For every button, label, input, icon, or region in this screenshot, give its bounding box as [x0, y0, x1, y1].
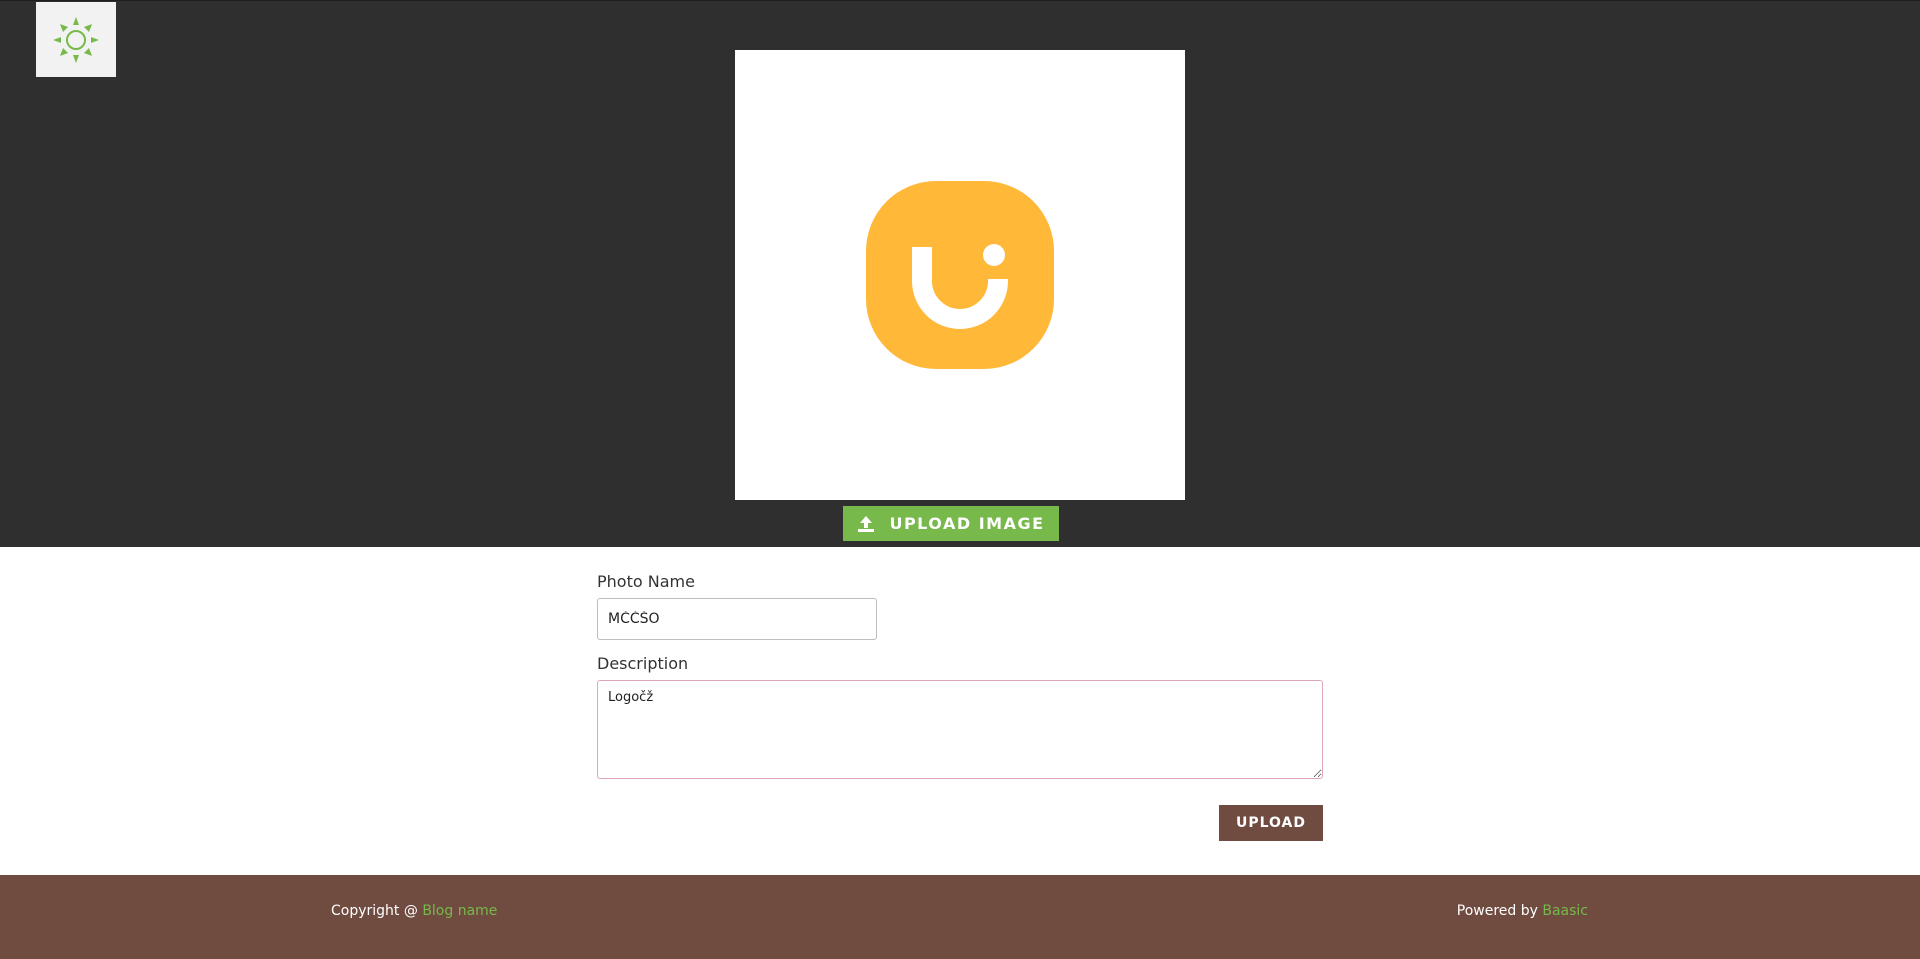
smiley-app-icon	[866, 181, 1054, 369]
footer: Copyright @ Blog name Powered by Baasic	[0, 875, 1920, 959]
copyright-text: Copyright @	[331, 903, 423, 919]
upload-icon	[858, 515, 875, 532]
description-label: Description	[597, 654, 689, 673]
upload-image-button[interactable]: UPLOAD IMAGE	[843, 506, 1059, 541]
photo-name-label: Photo Name	[597, 572, 695, 591]
photo-name-input[interactable]	[597, 598, 877, 640]
blog-name-link[interactable]: Blog name	[422, 903, 497, 919]
footer-copyright: Copyright @ Blog name	[331, 901, 497, 921]
sun-logo-icon	[53, 16, 99, 63]
upload-button[interactable]: UPLOAD	[1219, 805, 1323, 841]
hero-section: UPLOAD IMAGE	[0, 0, 1920, 547]
site-logo[interactable]	[36, 2, 116, 77]
photo-form: Photo Name Description Logočž	[597, 572, 1323, 779]
baasic-link[interactable]: Baasic	[1542, 903, 1588, 919]
upload-image-label: UPLOAD IMAGE	[889, 514, 1045, 533]
footer-powered-by: Powered by Baasic	[1457, 901, 1588, 921]
description-textarea[interactable]: Logočž	[597, 680, 1323, 779]
powered-by-text: Powered by	[1456, 903, 1543, 919]
image-preview	[735, 50, 1185, 500]
